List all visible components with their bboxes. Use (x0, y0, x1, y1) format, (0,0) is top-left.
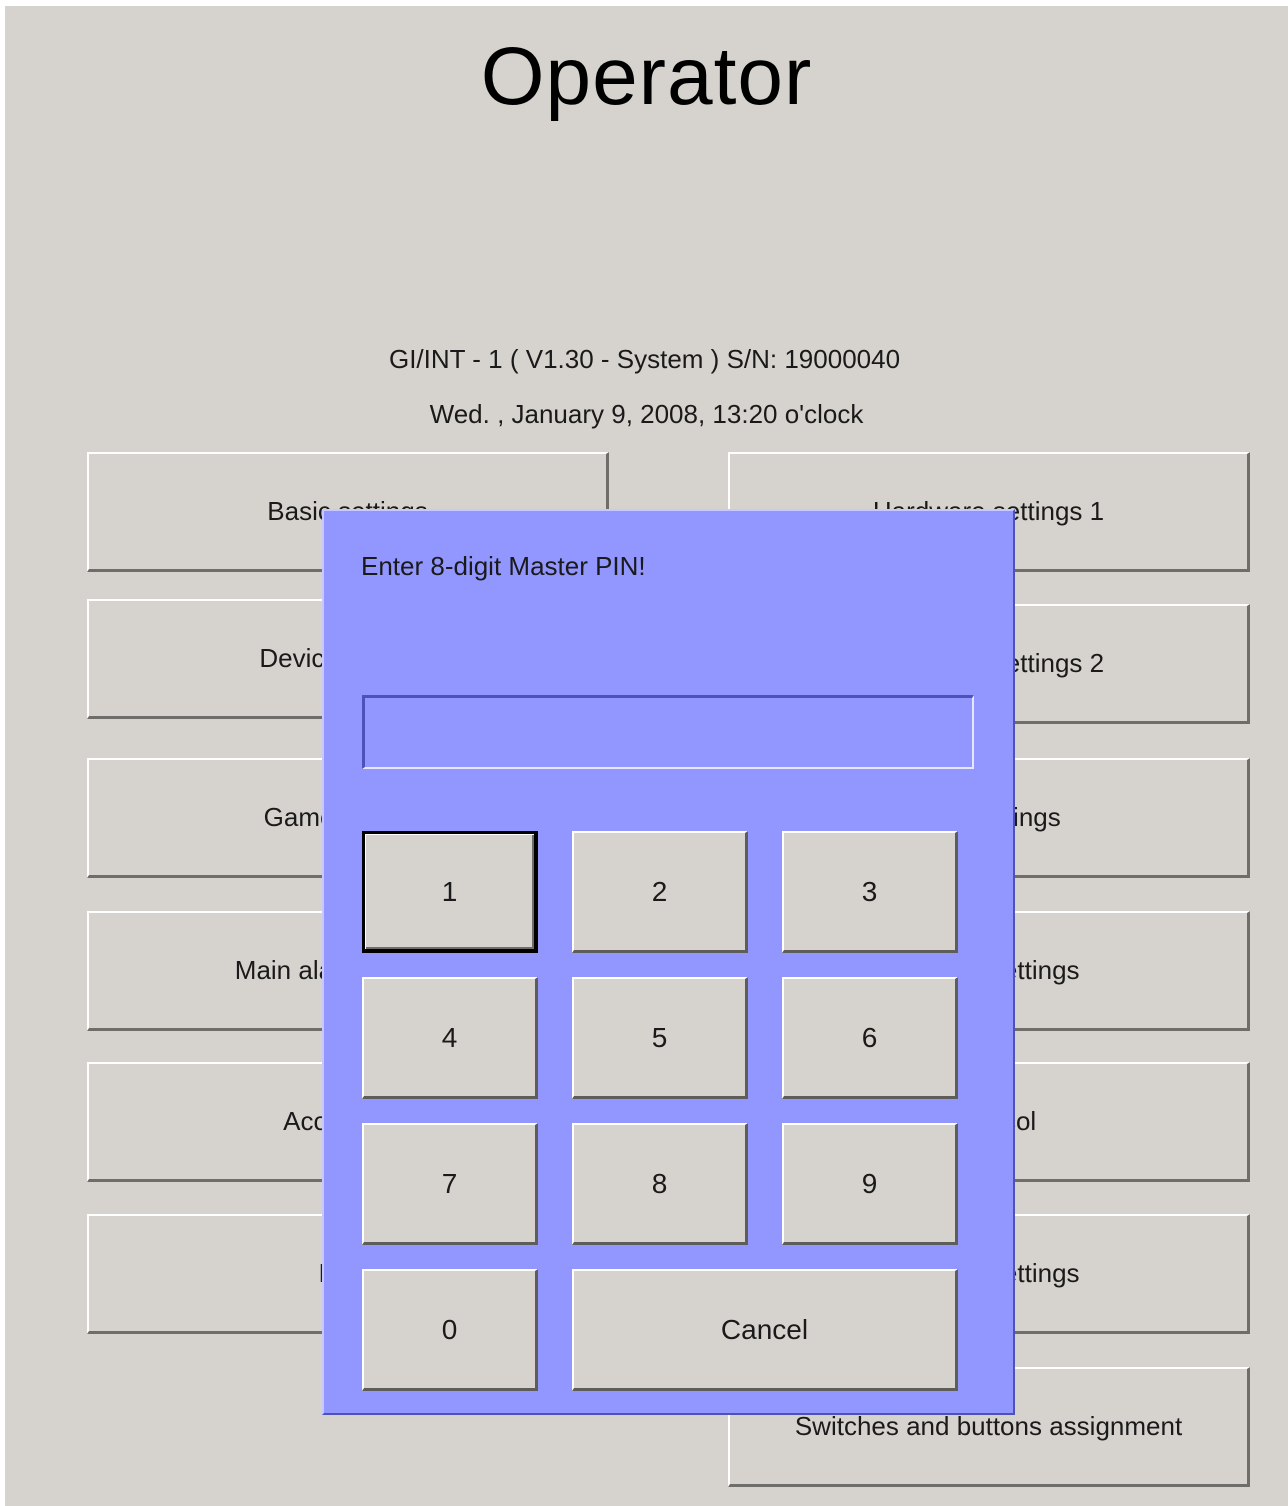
keypad-0-button[interactable]: 0 (362, 1269, 538, 1391)
master-pin-dialog: Enter 8-digit Master PIN! 1 2 3 4 5 6 7 … (322, 509, 1015, 1415)
pin-input[interactable] (362, 695, 974, 769)
keypad-9-button[interactable]: 9 (782, 1123, 958, 1245)
keypad-2-button[interactable]: 2 (572, 831, 748, 953)
page-title: Operator (480, 31, 813, 122)
keypad-3-button[interactable]: 3 (782, 831, 958, 953)
keypad-4-button[interactable]: 4 (362, 977, 538, 1099)
keypad-8-button[interactable]: 8 (572, 1123, 748, 1245)
pin-prompt-text: Enter 8-digit Master PIN! (361, 551, 646, 581)
keypad-1-button[interactable]: 1 (362, 831, 538, 953)
keypad-6-button[interactable]: 6 (782, 977, 958, 1099)
system-version-text: GI/INT - 1 ( V1.30 - System ) S/N: 19000… (388, 344, 901, 374)
keypad-7-button[interactable]: 7 (362, 1123, 538, 1245)
keypad-5-button[interactable]: 5 (572, 977, 748, 1099)
cancel-button[interactable]: Cancel (572, 1269, 958, 1391)
date-time-text: Wed. , January 9, 2008, 13:20 o'clock (429, 399, 864, 429)
